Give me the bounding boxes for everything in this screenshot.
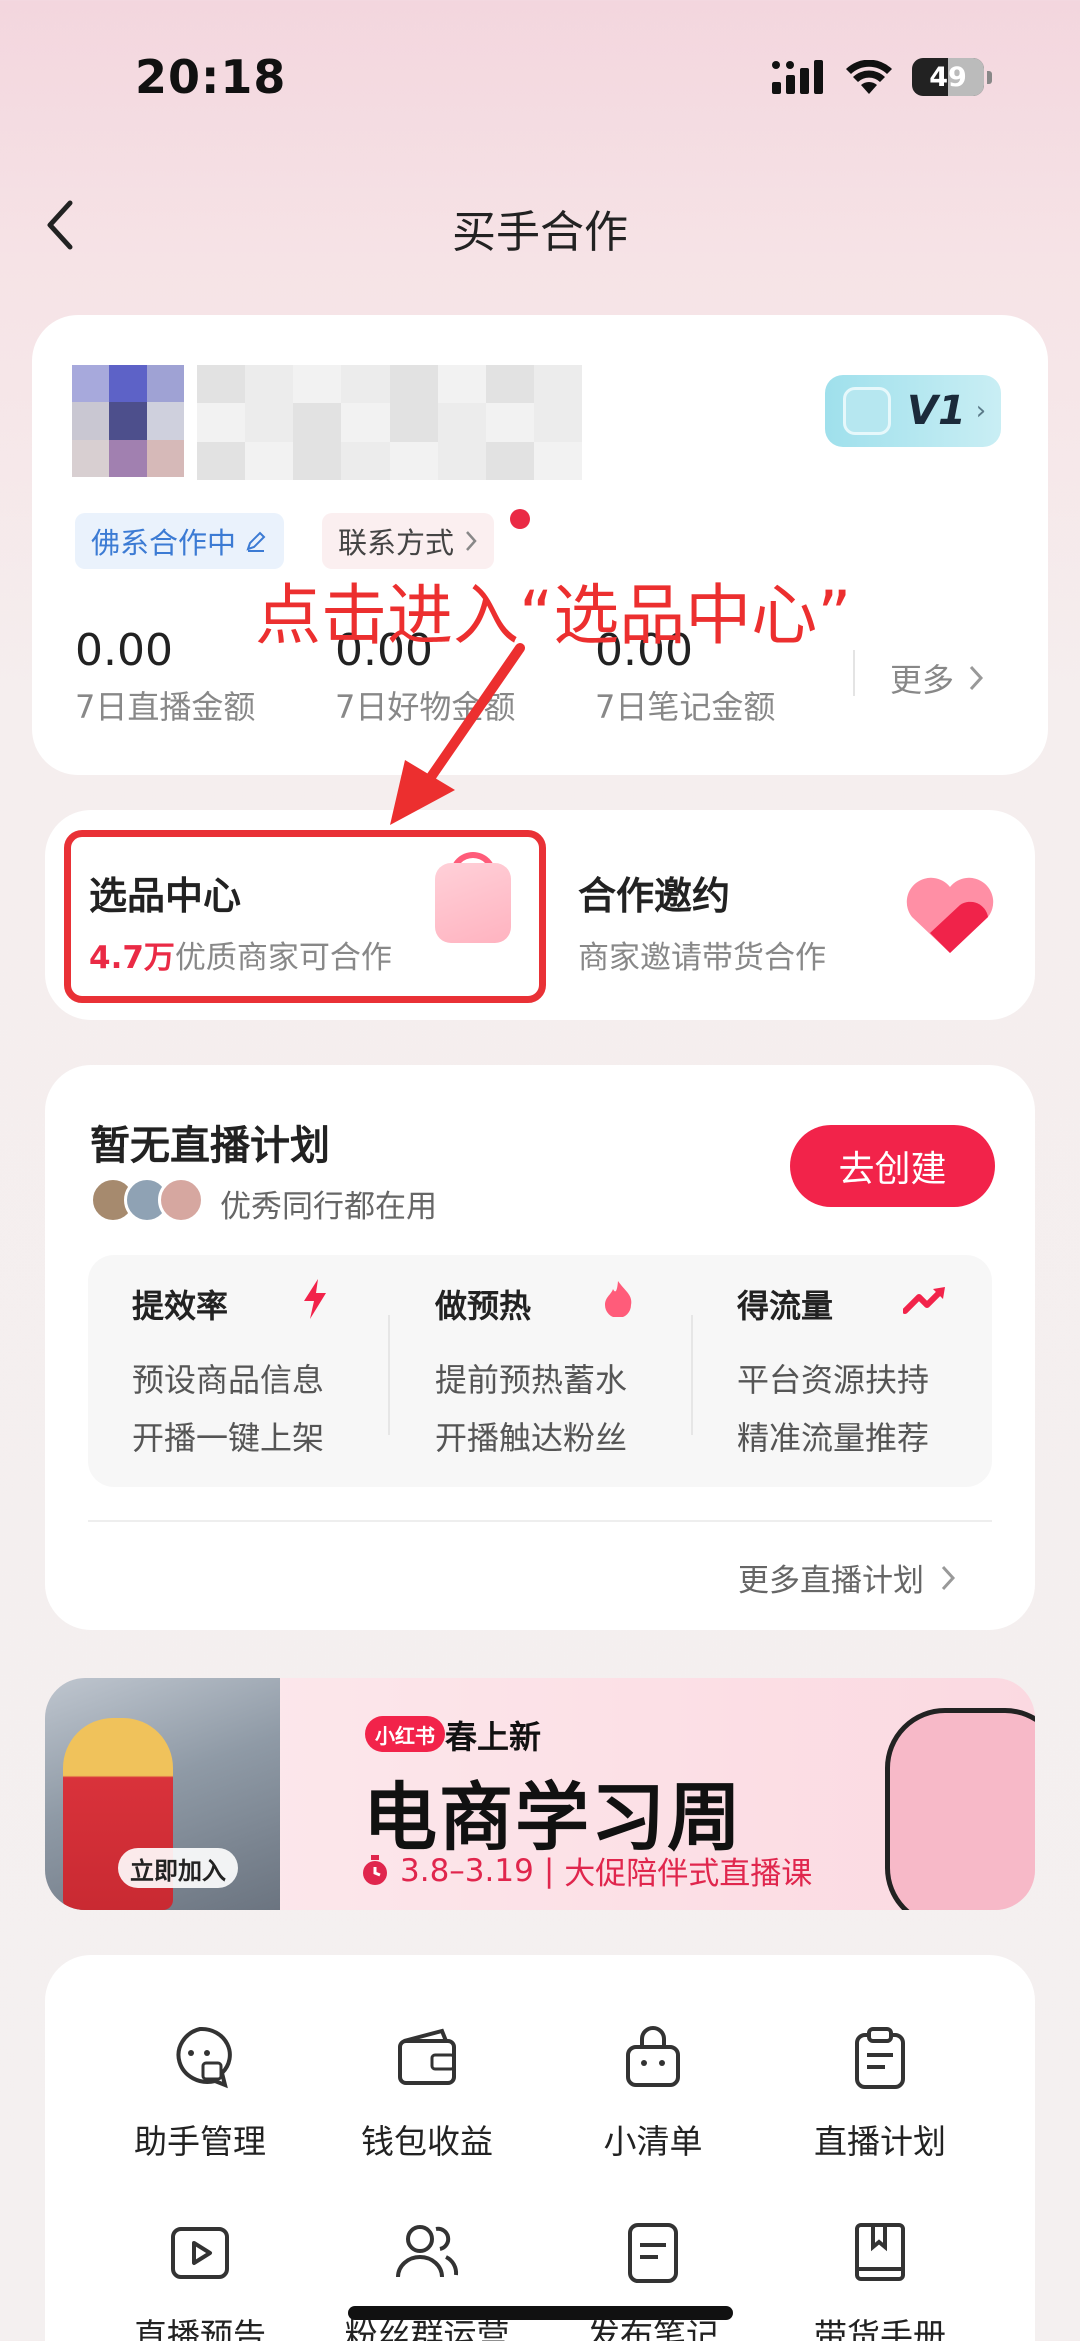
feature-line: 提前预热蓄水 [435, 1361, 628, 1399]
banner-date-separator: | [543, 1852, 555, 1889]
lightning-icon [304, 1279, 326, 1319]
divider [88, 1520, 992, 1522]
status-icons: 49 [772, 58, 992, 96]
stat-value: 0.00 [75, 625, 173, 676]
flame-icon [605, 1281, 632, 1317]
peer-avatars [90, 1177, 204, 1223]
note-icon [628, 2223, 678, 2283]
feature-efficiency: 提效率 预设商品信息 开播一键上架 [132, 1255, 432, 1487]
tool-live-preview[interactable]: 直播预告 [100, 2217, 300, 2341]
stat-live[interactable]: 0.00 7日直播金额 [75, 625, 255, 728]
tool-label: 带货手册 [814, 2316, 946, 2341]
banner-date: 3.8–3.19 [400, 1852, 534, 1889]
feature-title: 得流量 [737, 1287, 834, 1325]
feature-line: 预设商品信息 [132, 1361, 325, 1399]
tool-publish-note[interactable]: 发布笔记 [553, 2217, 753, 2341]
more-live-plans-label: 更多直播计划 [738, 1563, 924, 1599]
avatar[interactable] [72, 365, 184, 477]
home-indicator[interactable] [348, 2306, 733, 2320]
level-text: V1 [907, 388, 966, 434]
level-badge[interactable]: V1 › [825, 375, 1001, 447]
cooperation-invite-entry[interactable]: 合作邀约 商家邀请带货合作 [578, 865, 826, 977]
banner-mascot-illustration [885, 1708, 1035, 1910]
tool-fan-group[interactable]: 粉丝群运营 [327, 2217, 527, 2341]
divider [691, 1315, 693, 1435]
avatar [158, 1177, 204, 1223]
blurred-username [197, 365, 582, 480]
live-plan-title: 暂无直播计划 [90, 1123, 330, 1169]
live-plan-subtitle: 优秀同行都在用 [220, 1189, 437, 1225]
feature-line: 开播一键上架 [132, 1419, 325, 1457]
tool-shopping-list[interactable]: 小清单 [553, 2023, 753, 2163]
notification-dot [510, 509, 530, 529]
page-title: 买手合作 [452, 207, 628, 258]
more-label: 更多 [890, 661, 955, 699]
cellular-signal-icon [772, 60, 823, 94]
tool-selling-handbook[interactable]: 带货手册 [780, 2217, 980, 2341]
promo-banner[interactable]: 立即加入 小红书 春上新 电商学习周 3.8–3.19 | 大促陪伴式直播课 [45, 1678, 1035, 1910]
tools-grid: 助手管理 钱包收益 小清单 直播计划 直播预告 粉丝群运营 发布笔记 带货手册 [45, 1955, 1035, 2341]
annotation-text: 点击进入“选品中心” [255, 577, 852, 654]
contact-tag[interactable]: 联系方式 [322, 513, 495, 569]
chevron-right-icon [466, 531, 477, 551]
more-live-plans-link[interactable]: 更多直播计划 [738, 1555, 956, 1600]
chevron-right-icon [969, 665, 984, 691]
status-time: 20:18 [135, 50, 287, 104]
tool-label: 直播预告 [134, 2316, 266, 2341]
divider [388, 1315, 390, 1435]
tool-label: 直播计划 [814, 2122, 946, 2161]
battery-icon: 49 [912, 58, 984, 96]
assistant-icon [176, 2026, 232, 2089]
feature-title: 提效率 [132, 1287, 229, 1325]
cooperation-status-tag[interactable]: 佛系合作中 [75, 513, 285, 569]
shopping-bag-icon [626, 2026, 680, 2087]
feature-line: 精准流量推荐 [737, 1419, 930, 1457]
group-icon [396, 2225, 459, 2278]
trend-up-icon [903, 1287, 945, 1314]
wallet-icon [398, 2028, 456, 2085]
banner-date-suffix: 大促陪伴式直播课 [564, 1856, 813, 1892]
xiaohongshu-logo: 小红书 [365, 1716, 445, 1752]
feature-preheat: 做预热 提前预热蓄水 开播触达粉丝 [435, 1255, 735, 1487]
chevron-right-icon [941, 1565, 956, 1590]
cooperation-status-label: 佛系合作中 [91, 526, 237, 560]
create-plan-button[interactable]: 去创建 [790, 1125, 995, 1207]
invite-title: 合作邀约 [578, 874, 731, 918]
stat-label: 7日直播金额 [75, 688, 256, 726]
play-icon [171, 2227, 229, 2279]
battery-level: 49 [929, 61, 967, 93]
feature-box: 提效率 预设商品信息 开播一键上架 做预热 提前预热蓄水 开播触达粉丝 得流量 … [88, 1255, 992, 1487]
heart-icon [906, 877, 994, 953]
feature-line: 开播触达粉丝 [435, 1419, 628, 1457]
clipboard-icon [855, 2027, 905, 2089]
book-icon [855, 2223, 905, 2281]
tool-label: 小清单 [603, 2122, 703, 2161]
join-now-tag[interactable]: 立即加入 [118, 1848, 238, 1888]
annotation-highlight-box [64, 830, 546, 1003]
edit-icon [246, 531, 266, 552]
annotation-arrow-icon [390, 643, 525, 825]
contact-label: 联系方式 [338, 526, 455, 560]
banner-kicker: 春上新 [445, 1718, 542, 1756]
tool-wallet[interactable]: 钱包收益 [327, 2023, 527, 2163]
divider [853, 650, 855, 696]
tool-label: 助手管理 [134, 2122, 266, 2161]
feature-line: 平台资源扶持 [737, 1361, 930, 1399]
wifi-icon [846, 60, 892, 94]
level-bag-icon [843, 387, 891, 435]
stat-label: 7日笔记金额 [595, 688, 776, 726]
invite-subtitle: 商家邀请带货合作 [578, 940, 826, 976]
feature-title: 做预热 [435, 1287, 532, 1325]
banner-date-row: 3.8–3.19 | 大促陪伴式直播课 [360, 1848, 812, 1893]
stats-more-link[interactable]: 更多 [890, 655, 984, 701]
tool-live-plan[interactable]: 直播计划 [780, 2023, 980, 2163]
tool-label: 钱包收益 [361, 2122, 493, 2161]
live-plan-card: 暂无直播计划 优秀同行都在用 去创建 提效率 预设商品信息 开播一键上架 做预热… [45, 1065, 1035, 1630]
stopwatch-icon [363, 1854, 387, 1885]
feature-traffic: 得流量 平台资源扶持 精准流量推荐 [737, 1255, 1037, 1487]
chevron-right-icon: › [975, 396, 987, 426]
tool-assistant[interactable]: 助手管理 [100, 2023, 300, 2163]
